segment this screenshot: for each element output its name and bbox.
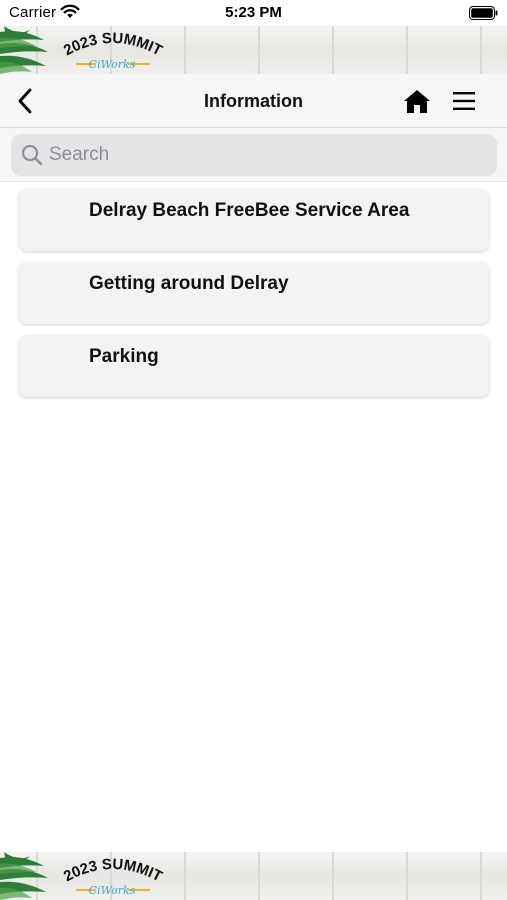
svg-text:2023 SUMMIT: 2023 SUMMIT	[61, 856, 165, 886]
list-item-getting-around[interactable]: Getting around Delray	[19, 262, 489, 324]
clock: 5:23 PM	[225, 4, 282, 21]
list-item-parking[interactable]: Parking	[19, 335, 489, 397]
app-screen: Carrier 5:23 PM 2023 SUMMIT CiWorks Info…	[0, 0, 507, 900]
logo-title: 2023 SUMMIT	[61, 30, 165, 60]
list-item-label: Parking	[89, 346, 159, 367]
menu-button[interactable]	[446, 84, 482, 118]
hamburger-menu-icon	[453, 92, 475, 110]
svg-text:2023 SUMMIT: 2023 SUMMIT	[61, 30, 165, 60]
summit-logo: 2023 SUMMIT CiWorks	[61, 856, 165, 897]
search-bar	[0, 128, 507, 182]
logo-script: CiWorks	[89, 884, 136, 897]
logo-script: CiWorks	[89, 58, 136, 71]
list-item-freebee-service-area[interactable]: Delray Beach FreeBee Service Area	[19, 189, 489, 251]
home-button[interactable]	[399, 84, 435, 118]
search-input[interactable]	[49, 144, 469, 166]
summit-logo: 2023 SUMMIT CiWorks	[61, 30, 165, 71]
search-field[interactable]	[11, 134, 497, 176]
home-icon	[404, 90, 430, 113]
event-banner-top: 2023 SUMMIT CiWorks	[0, 26, 507, 74]
search-icon	[21, 144, 43, 166]
navigation-bar: Information	[0, 74, 507, 128]
list-item-label: Delray Beach FreeBee Service Area	[89, 200, 410, 221]
battery-icon	[469, 6, 498, 24]
list-item-label: Getting around Delray	[89, 273, 289, 294]
event-banner-bottom: 2023 SUMMIT CiWorks	[0, 852, 507, 900]
logo-title: 2023 SUMMIT	[61, 856, 165, 886]
status-bar: Carrier 5:23 PM	[0, 0, 507, 26]
